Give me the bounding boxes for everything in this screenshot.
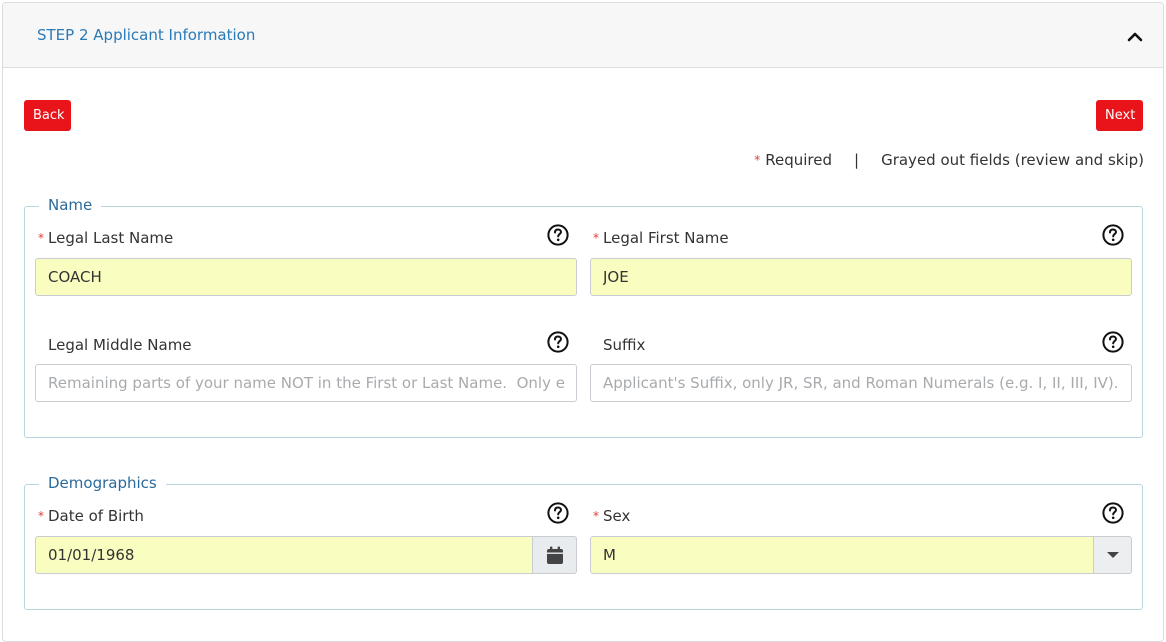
name-fieldset: Name xyxy=(24,196,1143,438)
middle-name-input[interactable] xyxy=(35,364,577,402)
help-icon[interactable] xyxy=(547,224,569,246)
sex-label-text: Sex xyxy=(603,507,631,525)
field-legend: * Required | Grayed out fields (review a… xyxy=(754,151,1144,169)
middle-name-label: Legal Middle Name xyxy=(48,336,192,354)
chevron-down-icon[interactable] xyxy=(1094,536,1132,574)
name-legend: Name xyxy=(39,196,102,214)
dob-label: * Date of Birth xyxy=(38,507,144,525)
first-name-input[interactable] xyxy=(590,258,1132,296)
suffix-input[interactable] xyxy=(590,364,1132,402)
required-legend-label: Required xyxy=(765,151,833,169)
last-name-label-text: Legal Last Name xyxy=(48,229,174,247)
required-star: * xyxy=(593,509,599,523)
demographics-legend: Demographics xyxy=(39,474,166,492)
back-button[interactable]: Back xyxy=(24,100,71,131)
required-star: * xyxy=(593,231,599,245)
help-icon[interactable] xyxy=(1102,224,1124,246)
next-button[interactable]: Next xyxy=(1096,100,1143,131)
chevron-up-icon[interactable] xyxy=(1123,25,1147,49)
last-name-input[interactable] xyxy=(35,258,577,296)
grayed-legend-label: Grayed out fields (review and skip) xyxy=(881,151,1144,169)
first-name-label-text: Legal First Name xyxy=(603,229,729,247)
last-name-label: * Legal Last Name xyxy=(38,229,173,247)
sex-label: * Sex xyxy=(593,507,630,525)
required-star: * xyxy=(38,509,44,523)
help-icon[interactable] xyxy=(547,331,569,353)
help-icon[interactable] xyxy=(1102,331,1124,353)
suffix-label: Suffix xyxy=(603,336,646,354)
sex-select[interactable] xyxy=(590,536,1094,574)
dob-input[interactable] xyxy=(35,536,533,574)
help-icon[interactable] xyxy=(547,502,569,524)
required-star: * xyxy=(38,231,44,245)
first-name-label: * Legal First Name xyxy=(593,229,729,247)
calendar-icon[interactable] xyxy=(533,536,577,574)
help-icon[interactable] xyxy=(1102,502,1124,524)
card-title[interactable]: STEP 2 Applicant Information xyxy=(37,26,255,44)
required-star: * xyxy=(754,153,761,167)
dob-label-text: Date of Birth xyxy=(48,507,144,525)
card-header[interactable]: STEP 2 Applicant Information xyxy=(3,3,1163,68)
legend-separator: | xyxy=(854,151,860,169)
